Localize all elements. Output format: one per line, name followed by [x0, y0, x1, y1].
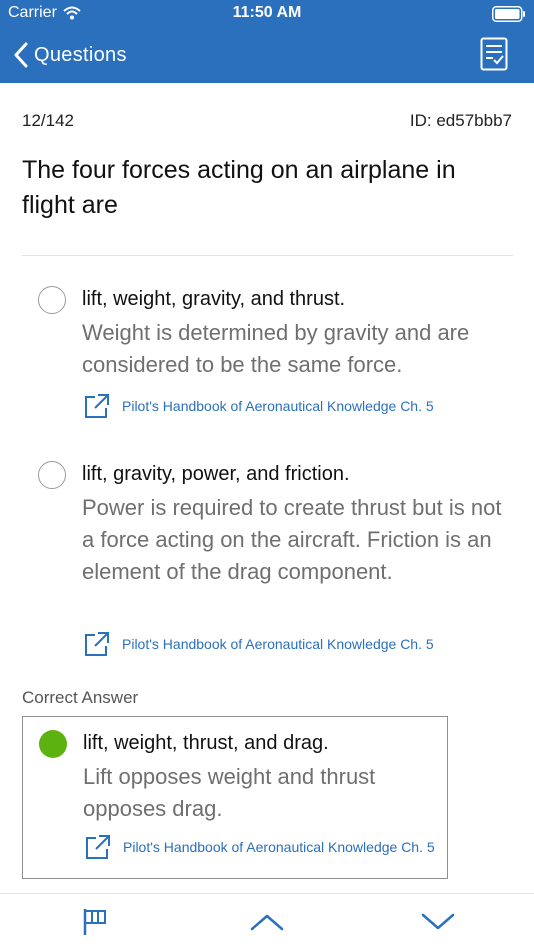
reference-link[interactable]: Pilot's Handbook of Aeronautical Knowled… — [84, 393, 434, 419]
next-question-button[interactable] — [418, 904, 458, 940]
reference-text: Pilot's Handbook of Aeronautical Knowled… — [122, 636, 434, 652]
nav-bar: Questions — [0, 28, 534, 83]
answer-option-2[interactable]: lift, gravity, power, and friction. Powe… — [22, 458, 513, 658]
battery-icon — [492, 6, 525, 22]
status-bar: Carrier 11:50 AM — [0, 0, 534, 28]
correct-answer-box: lift, weight, thrust, and drag. Lift opp… — [22, 716, 448, 879]
previous-question-button[interactable] — [247, 904, 287, 940]
flag-button[interactable] — [75, 904, 115, 940]
back-label: Questions — [34, 43, 127, 66]
answer-explanation: Power is required to create thrust but i… — [82, 495, 502, 584]
reference-link[interactable]: Pilot's Handbook of Aeronautical Knowled… — [84, 631, 434, 657]
question-view: 12/142 ID: ed57bbb7 The four forces acti… — [0, 83, 534, 893]
question-text: The four forces acting on an airplane in… — [22, 156, 456, 219]
question-progress: 12/142 — [22, 111, 74, 130]
checklist-icon[interactable] — [480, 37, 508, 71]
answer-option-1[interactable]: lift, weight, gravity, and thrust. Weigh… — [22, 283, 513, 433]
answer-text: lift, weight, gravity, and thrust. — [82, 288, 346, 310]
clock: 11:50 AM — [232, 4, 302, 21]
question-meta: 12/142 ID: ed57bbb7 — [22, 111, 512, 131]
reference-text: Pilot's Handbook of Aeronautical Knowled… — [123, 839, 435, 855]
reference-link[interactable]: Pilot's Handbook of Aeronautical Knowled… — [85, 834, 435, 860]
bottom-toolbar — [0, 893, 534, 950]
external-link-icon — [85, 394, 109, 418]
chevron-up-icon — [250, 914, 284, 931]
chevron-left-icon — [14, 42, 28, 68]
chevron-down-icon — [421, 913, 455, 930]
external-link-icon — [86, 835, 110, 859]
correct-answer-option: lift, weight, thrust, and drag. Lift opp… — [23, 727, 447, 877]
flag-icon — [83, 909, 106, 935]
answer-text: lift, gravity, power, and friction. — [82, 463, 350, 485]
question-id: ID: ed57bbb7 — [409, 111, 512, 130]
header: Carrier 11:50 AM Questions — [0, 0, 534, 83]
radio-button[interactable] — [38, 461, 66, 489]
divider — [22, 255, 513, 256]
answer-explanation: Lift opposes weight and thrust opposes d… — [83, 764, 376, 821]
selected-radio-indicator — [39, 730, 67, 758]
correct-answer-label: Correct Answer — [22, 688, 139, 707]
external-link-icon — [85, 632, 109, 656]
answer-text: lift, weight, thrust, and drag. — [83, 732, 329, 754]
radio-button[interactable] — [38, 286, 66, 314]
answer-explanation: Weight is determined by gravity and are … — [82, 320, 470, 377]
reference-text: Pilot's Handbook of Aeronautical Knowled… — [122, 398, 434, 414]
back-button[interactable]: Questions — [14, 38, 127, 72]
